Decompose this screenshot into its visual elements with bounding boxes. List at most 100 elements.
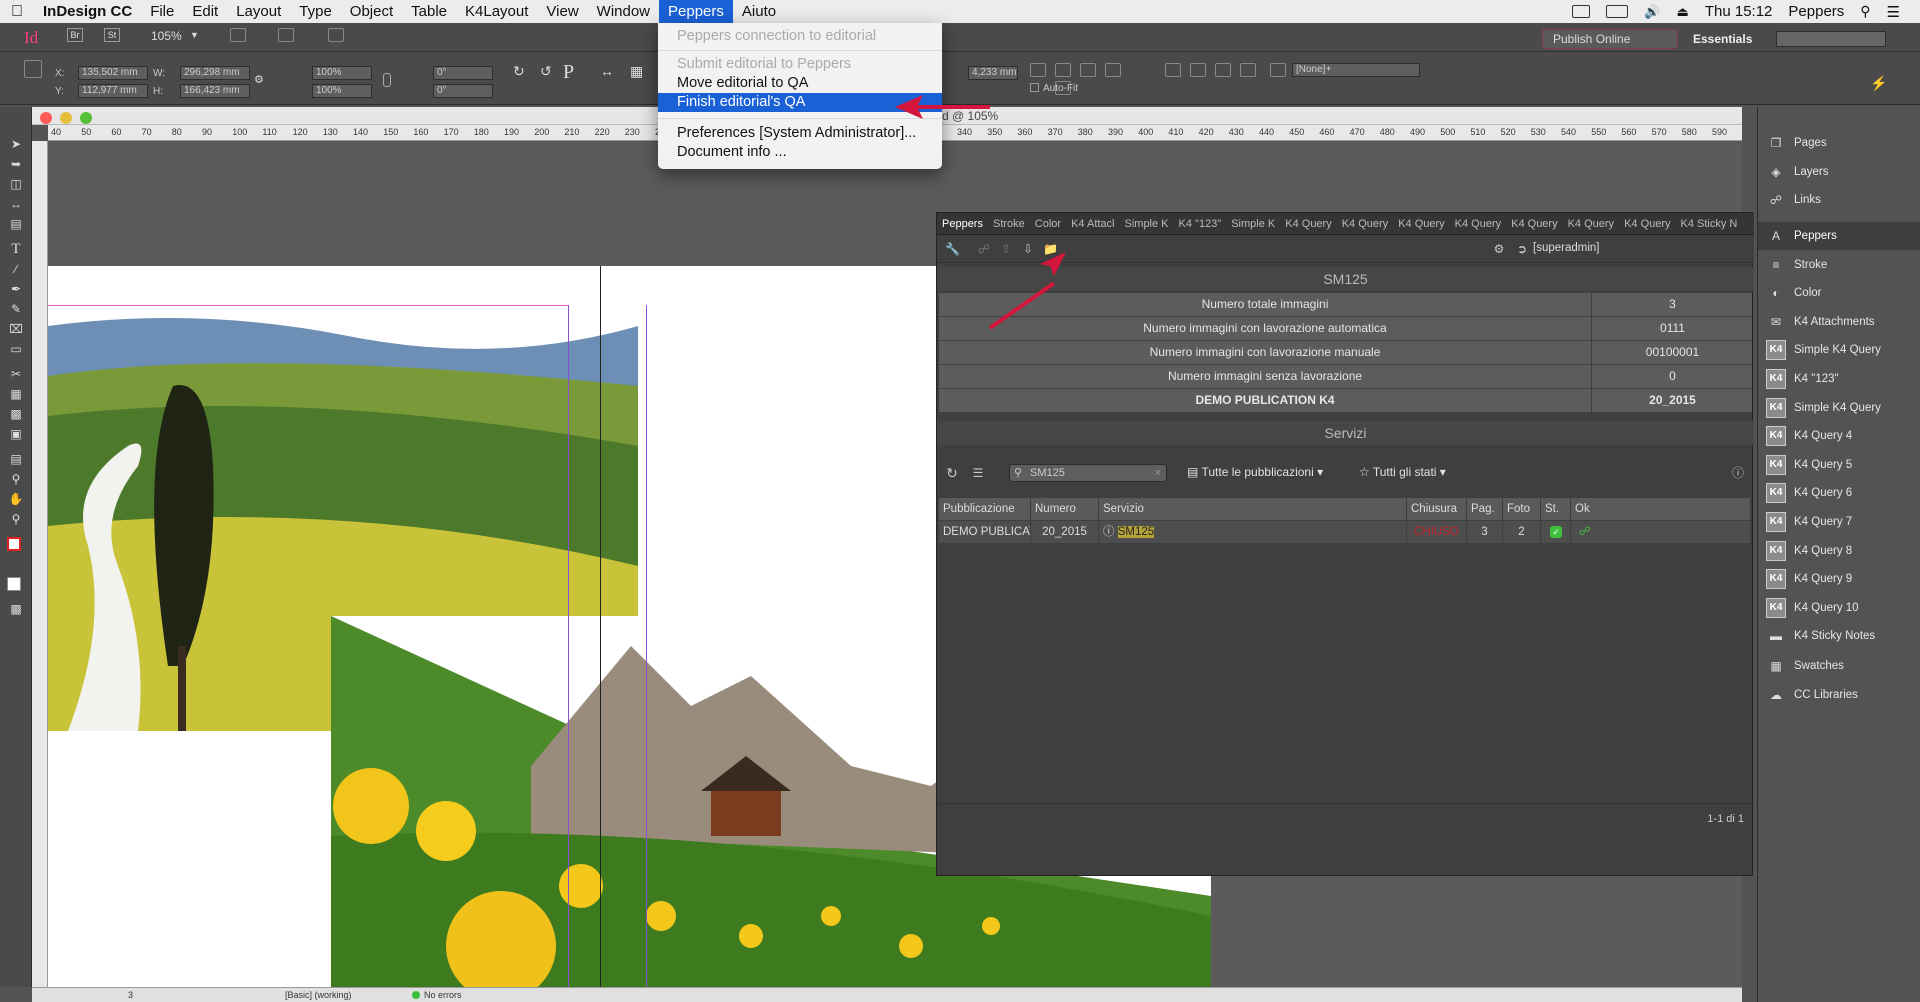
gradient-tool-icon[interactable]: ▩ (7, 407, 25, 421)
zoom-window-icon[interactable] (80, 112, 92, 124)
arrange-documents-icon[interactable] (328, 28, 344, 42)
style-status[interactable]: [Basic] (working) (285, 990, 352, 1000)
align-right-icon[interactable] (1215, 63, 1231, 77)
quick-apply-icon[interactable]: ⚡ (1870, 75, 1887, 92)
content-collector-icon[interactable]: ▤ (7, 217, 25, 231)
panel-item-cc-libraries[interactable]: ☁ CC Libraries (1758, 681, 1920, 709)
tab-k4-sticky[interactable]: K4 Sticky N (1676, 218, 1743, 230)
download-icon[interactable]: ⇩ (1021, 242, 1035, 256)
fit-content-icon[interactable] (1030, 63, 1046, 77)
align-center-icon[interactable] (1190, 63, 1206, 77)
height-field[interactable]: 166,423 mm (180, 84, 250, 98)
menu-object[interactable]: Object (341, 0, 402, 23)
screen-share-icon[interactable] (1572, 5, 1591, 18)
flip-horizontal-icon[interactable]: ↔ (600, 63, 614, 79)
type-tool-icon[interactable]: T (7, 242, 25, 257)
cell-pubblicazione[interactable]: DEMO PUBLICAT... (939, 521, 1031, 543)
wrench-icon[interactable]: 🔧 (945, 242, 960, 256)
menu-item-peppers-connection[interactable]: Peppers connection to editorial (658, 27, 942, 46)
col-foto[interactable]: Foto (1503, 498, 1541, 520)
stock-button[interactable]: St (104, 28, 120, 42)
free-transform-icon[interactable]: ▦ (7, 387, 25, 401)
view-options-icon[interactable] (230, 28, 246, 42)
panel-item-k4-query-8[interactable]: K4 K4 Query 8 (1758, 537, 1920, 565)
align-left-icon[interactable] (1165, 63, 1181, 77)
cell-pag[interactable]: 3 (1467, 521, 1503, 543)
preflight-status[interactable]: No errors (424, 990, 462, 1000)
rotate-icon[interactable]: ↻ (513, 63, 525, 80)
panel-item-k4-query-5[interactable]: K4 K4 Query 5 (1758, 451, 1920, 479)
fit-proportional-icon[interactable] (1080, 63, 1096, 77)
service-info-icon[interactable]: ⓘ (1103, 526, 1115, 538)
col-servizio[interactable]: Servizio (1099, 498, 1407, 520)
scale-y-field[interactable]: 100% (312, 84, 372, 98)
rectangle-frame-icon[interactable]: ⌧ (7, 322, 25, 336)
y-field[interactable]: 112,977 mm (78, 84, 148, 98)
direct-selection-icon[interactable]: ➥ (7, 157, 25, 171)
auto-fit-checkbox[interactable] (1030, 83, 1039, 92)
tab-k4-query-5[interactable]: K4 Query (1337, 218, 1393, 230)
panel-item-k4-query-9[interactable]: K4 K4 Query 9 (1758, 565, 1920, 593)
eject-icon[interactable]: ⏏ (1677, 4, 1689, 20)
rectangle-tool-icon[interactable]: ▭ (7, 342, 25, 356)
panel-item-k4-query-7[interactable]: K4 K4 Query 7 (1758, 508, 1920, 536)
menu-type[interactable]: Type (290, 0, 341, 23)
clear-search-icon[interactable]: × (1155, 465, 1161, 481)
apple-menu-icon[interactable]:  (0, 0, 34, 23)
tab-color[interactable]: Color (1030, 218, 1066, 230)
upload-icon[interactable]: ⇧ (999, 242, 1013, 256)
menu-item-submit-editorial[interactable]: Submit editorial to Peppers (658, 55, 942, 74)
panel-item-swatches[interactable]: ▦ Swatches (1758, 652, 1920, 680)
type-on-path-icon[interactable]: P (563, 61, 574, 84)
volume-icon[interactable]: 🔊 (1644, 4, 1660, 20)
fill-frame-icon[interactable] (1105, 63, 1121, 77)
panel-item-pages[interactable]: ❐ Pages (1758, 129, 1920, 157)
menu-peppers[interactable]: Peppers (659, 0, 733, 23)
cell-numero[interactable]: 20_2015 (1031, 521, 1099, 543)
tab-simple-k4-2[interactable]: Simple K (1226, 218, 1280, 230)
close-window-icon[interactable] (40, 112, 52, 124)
bridge-button[interactable]: Br (67, 28, 83, 42)
notification-center-icon[interactable]: ☰ (1887, 3, 1900, 21)
help-search-input[interactable] (1776, 31, 1886, 47)
tab-k4-123[interactable]: K4 "123" (1174, 218, 1227, 230)
publications-filter[interactable]: ▤ Tutte le pubblicazioni ▾ (1187, 465, 1323, 479)
info-icon[interactable]: ⓘ (1731, 466, 1745, 480)
scissors-tool-icon[interactable]: ✂ (7, 367, 25, 381)
menu-table[interactable]: Table (402, 0, 456, 23)
apply-none-icon[interactable] (7, 577, 21, 591)
menu-window[interactable]: Window (588, 0, 659, 23)
distribute-icon[interactable] (1240, 63, 1256, 77)
display-icon[interactable] (1606, 5, 1629, 18)
menu-item-document-info[interactable]: Document info ... (658, 143, 942, 162)
menubar-clock[interactable]: Thu 15:12 (1705, 3, 1773, 20)
tab-stroke[interactable]: Stroke (988, 218, 1030, 230)
menu-layout[interactable]: Layout (227, 0, 290, 23)
tab-k4-query-10[interactable]: K4 Query (1619, 218, 1675, 230)
menu-file[interactable]: File (141, 0, 183, 23)
vertical-ruler[interactable] (32, 141, 48, 987)
cell-servizio[interactable]: ⓘ SM125 (1099, 521, 1407, 543)
note-tool-icon[interactable]: ▤ (7, 452, 25, 466)
col-ok[interactable]: Ok (1571, 498, 1751, 520)
page-tool-icon[interactable]: ◫ (7, 177, 25, 191)
menu-item-move-to-qa[interactable]: Move editorial to QA (658, 74, 942, 93)
object-style-dropdown[interactable]: [None]+ (1292, 63, 1420, 77)
service-search-input[interactable]: ⚲ SM125 × (1009, 464, 1167, 482)
cell-ok[interactable]: ☍ (1571, 521, 1751, 543)
tab-k4-query-8[interactable]: K4 Query (1506, 218, 1562, 230)
refresh-icon[interactable]: ↻ (945, 466, 959, 480)
rotation-field[interactable]: 0° (433, 66, 493, 80)
select-container-icon[interactable]: ▦ (630, 63, 643, 80)
width-field[interactable]: 296,298 mm (180, 66, 250, 80)
columns-icon[interactable]: ☰ (971, 466, 985, 480)
menu-item-preferences[interactable]: Preferences [System Administrator]... (658, 124, 942, 143)
reference-point-icon[interactable] (24, 60, 42, 78)
zoom-tool-icon[interactable]: ⚲ (7, 512, 25, 526)
panel-item-peppers[interactable]: A Peppers (1758, 222, 1920, 250)
menu-view[interactable]: View (537, 0, 587, 23)
panel-item-k4-query-4[interactable]: K4 K4 Query 4 (1758, 422, 1920, 450)
logout-icon[interactable]: ➲ (1515, 242, 1529, 256)
settings-gear-icon[interactable]: ⚙ (1492, 242, 1506, 256)
rotate-ccw-icon[interactable]: ↺ (540, 63, 552, 80)
